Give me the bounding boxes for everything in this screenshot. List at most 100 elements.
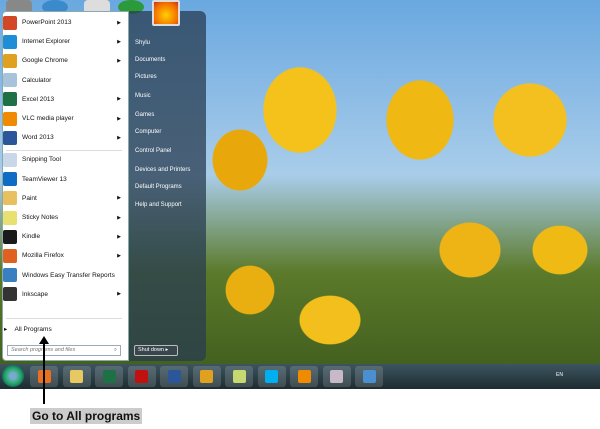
- language-indicator[interactable]: EN: [556, 372, 563, 378]
- program-label: Internet Explorer: [22, 38, 71, 46]
- all-programs-button[interactable]: ▸ All Programs: [4, 325, 52, 333]
- program-item[interactable]: Kindle ▶: [3, 227, 125, 246]
- excel-icon: [102, 370, 116, 383]
- scissors-icon: [3, 152, 17, 167]
- submenu-arrow-icon[interactable]: ▶: [117, 39, 121, 45]
- inkscape-icon: [3, 287, 17, 302]
- file-explorer-icon: [70, 370, 83, 383]
- program-label: Snipping Tool: [22, 156, 61, 164]
- search-input[interactable]: Search programs and files ⌕: [7, 345, 121, 356]
- taskbar-app[interactable]: [257, 366, 286, 387]
- program-label: PowerPoint 2013: [22, 19, 72, 26]
- excel-icon: [3, 92, 17, 107]
- program-item[interactable]: Mozilla Firefox ▶: [3, 246, 125, 265]
- program-label: Windows Easy Transfer Reports: [22, 271, 115, 279]
- sticky-notes-icon: [232, 370, 246, 383]
- place-item[interactable]: Shylu: [135, 40, 150, 46]
- program-label: VLC media player: [22, 115, 74, 122]
- divider: [6, 150, 122, 151]
- program-label: Mozilla Firefox: [22, 252, 64, 260]
- place-item[interactable]: Music: [135, 93, 151, 99]
- place-item[interactable]: Computer: [135, 129, 161, 135]
- user-avatar[interactable]: [152, 0, 180, 26]
- program-label: Google Chrome: [22, 57, 68, 65]
- program-label: Word 2013: [22, 134, 54, 142]
- transfer-icon: [3, 268, 17, 283]
- program-label: Kindle: [22, 233, 41, 241]
- submenu-arrow-icon[interactable]: ▶: [117, 116, 121, 122]
- taskbar-app[interactable]: [322, 366, 351, 387]
- program-item[interactable]: Excel 2013 ▶: [3, 90, 125, 109]
- program-label: Inkscape: [22, 290, 49, 298]
- submenu-arrow-icon[interactable]: ▶: [117, 215, 121, 221]
- program-item[interactable]: Snipping Tool: [3, 150, 125, 169]
- submenu-arrow-icon[interactable]: ▶: [117, 195, 121, 201]
- taskbar-app[interactable]: [160, 366, 188, 387]
- taskbar-app[interactable]: [290, 366, 318, 387]
- taskbar-app[interactable]: [95, 366, 123, 387]
- program-item[interactable]: Google Chrome ▶: [3, 51, 125, 70]
- taskbar-app[interactable]: [225, 366, 253, 387]
- calculator-icon: [3, 73, 17, 88]
- program-item[interactable]: Sticky Notes ▶: [3, 208, 125, 227]
- program-label: TeamViewer 13: [22, 175, 67, 183]
- vlc-icon: [3, 111, 17, 126]
- program-item[interactable]: Calculator: [3, 71, 125, 90]
- place-item[interactable]: Control Panel: [135, 148, 171, 154]
- submenu-arrow-icon[interactable]: ▶: [117, 20, 121, 26]
- internet-explorer-icon: [3, 34, 17, 49]
- desktop: PowerPoint 2013 ▶ Internet Explorer ▶ Google…: [0, 0, 600, 389]
- skype-icon: [265, 370, 278, 383]
- place-item[interactable]: Default Programs: [135, 184, 182, 190]
- red-app-icon: [135, 370, 148, 383]
- firefox-icon: [3, 248, 17, 263]
- shutdown-label: Shut down: [138, 347, 164, 353]
- paint-icon: [3, 191, 17, 206]
- place-item[interactable]: Games: [135, 112, 154, 118]
- search-icon: ⌕: [113, 347, 117, 353]
- taskbar-app[interactable]: [127, 366, 156, 387]
- start-button[interactable]: [2, 365, 24, 387]
- program-label: Paint: [22, 194, 37, 202]
- caption: Go to All programs: [30, 408, 143, 424]
- powerpoint-icon: [3, 15, 17, 30]
- vlc-icon: [297, 370, 311, 383]
- place-item[interactable]: Help and Support: [135, 202, 182, 208]
- place-item[interactable]: Devices and Printers: [135, 167, 190, 173]
- shutdown-button[interactable]: Shut down ▸: [134, 345, 178, 356]
- program-label: Excel 2013: [22, 95, 55, 103]
- arrow-line: [43, 340, 45, 404]
- place-item[interactable]: Documents: [135, 57, 165, 63]
- program-item[interactable]: Paint ▶: [3, 189, 125, 208]
- word-icon: [3, 130, 17, 145]
- program-item[interactable]: Internet Explorer ▶: [3, 32, 125, 51]
- submenu-arrow-icon[interactable]: ▶: [117, 135, 121, 141]
- submenu-arrow-icon[interactable]: ▶: [117, 291, 121, 297]
- program-item[interactable]: Windows Easy Transfer Reports: [3, 266, 125, 285]
- submenu-arrow-icon[interactable]: ▶: [117, 96, 121, 102]
- chrome-icon: [3, 53, 17, 68]
- submenu-arrow-icon[interactable]: ▶: [117, 58, 121, 64]
- taskbar: EN: [0, 364, 600, 389]
- chrome-icon: [200, 370, 213, 383]
- program-item[interactable]: TeamViewer 13: [3, 170, 125, 189]
- snipping-tool-icon: [330, 370, 343, 383]
- divider: [6, 318, 122, 319]
- taskbar-app[interactable]: [355, 366, 383, 387]
- kindle-icon: [3, 229, 17, 244]
- word-icon: [167, 370, 181, 383]
- taskbar-app[interactable]: [192, 366, 221, 387]
- place-item[interactable]: Pictures: [135, 74, 157, 80]
- submenu-arrow-icon[interactable]: ▶: [117, 234, 121, 240]
- program-label: Calculator: [22, 76, 52, 84]
- all-programs-label: All Programs: [14, 326, 52, 333]
- teamviewer-icon: [3, 172, 17, 187]
- program-label: Sticky Notes: [22, 214, 59, 221]
- taskbar-app[interactable]: [62, 366, 91, 387]
- program-item[interactable]: PowerPoint 2013 ▶: [3, 13, 125, 32]
- submenu-arrow-icon[interactable]: ▶: [117, 253, 121, 259]
- program-item[interactable]: Word 2013 ▶: [3, 128, 125, 147]
- program-item[interactable]: VLC media player ▶: [3, 109, 125, 128]
- remote-desktop-icon: [362, 370, 376, 383]
- program-item[interactable]: Inkscape ▶: [3, 285, 125, 304]
